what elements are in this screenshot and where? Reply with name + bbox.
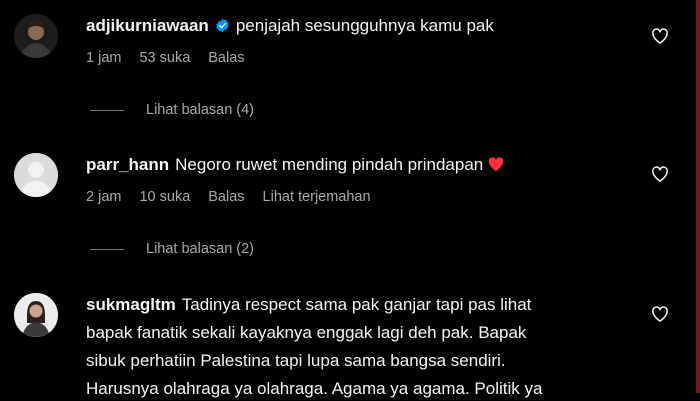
red-heart-emoji-icon: [488, 157, 504, 172]
view-replies-label: Lihat balasan (2): [146, 241, 255, 257]
comment-time: 1 jam: [86, 50, 122, 66]
view-replies-label: Lihat balasan (4): [146, 102, 255, 118]
comment-text-line: Harusnya olahraga ya olahraga. Agama ya …: [86, 379, 543, 398]
heart-icon[interactable]: [650, 26, 670, 46]
comment-text: Negoro ruwet mending pindah prindapan: [175, 155, 484, 174]
replies-divider: [90, 248, 124, 250]
comment-username[interactable]: parr_hann: [86, 155, 169, 174]
comment-text-line: sibuk perhatiin Palestina tapi lupa sama…: [86, 351, 506, 370]
view-replies-button[interactable]: Lihat balasan (2): [90, 241, 254, 257]
avatar[interactable]: [14, 153, 58, 197]
comment-like-count[interactable]: 10 suka: [139, 189, 190, 205]
comment-username[interactable]: sukmagltm: [86, 295, 176, 314]
comment-like-count[interactable]: 53 suka: [139, 50, 190, 66]
translate-button[interactable]: Lihat terjemahan: [263, 189, 371, 205]
reply-button[interactable]: Balas: [208, 50, 244, 66]
comment-text: penjajah sesungguhnya kamu pak: [235, 16, 494, 35]
comment-username[interactable]: adjikurniawaan: [86, 16, 209, 35]
verified-badge-icon: [216, 18, 229, 33]
heart-icon[interactable]: [650, 304, 670, 324]
background-edge: [696, 0, 700, 393]
replies-divider: [90, 109, 124, 111]
avatar[interactable]: [14, 293, 58, 337]
heart-icon[interactable]: [650, 164, 670, 184]
view-replies-button[interactable]: Lihat balasan (4): [90, 102, 254, 118]
comment-text-line: Tadinya respect sama pak ganjar tapi pas…: [181, 295, 532, 314]
comment-time: 2 jam: [86, 189, 122, 205]
reply-button[interactable]: Balas: [208, 189, 244, 205]
avatar[interactable]: [14, 14, 58, 58]
comment-text-line: bapak fanatik sekali kayaknya enggak lag…: [86, 323, 527, 342]
